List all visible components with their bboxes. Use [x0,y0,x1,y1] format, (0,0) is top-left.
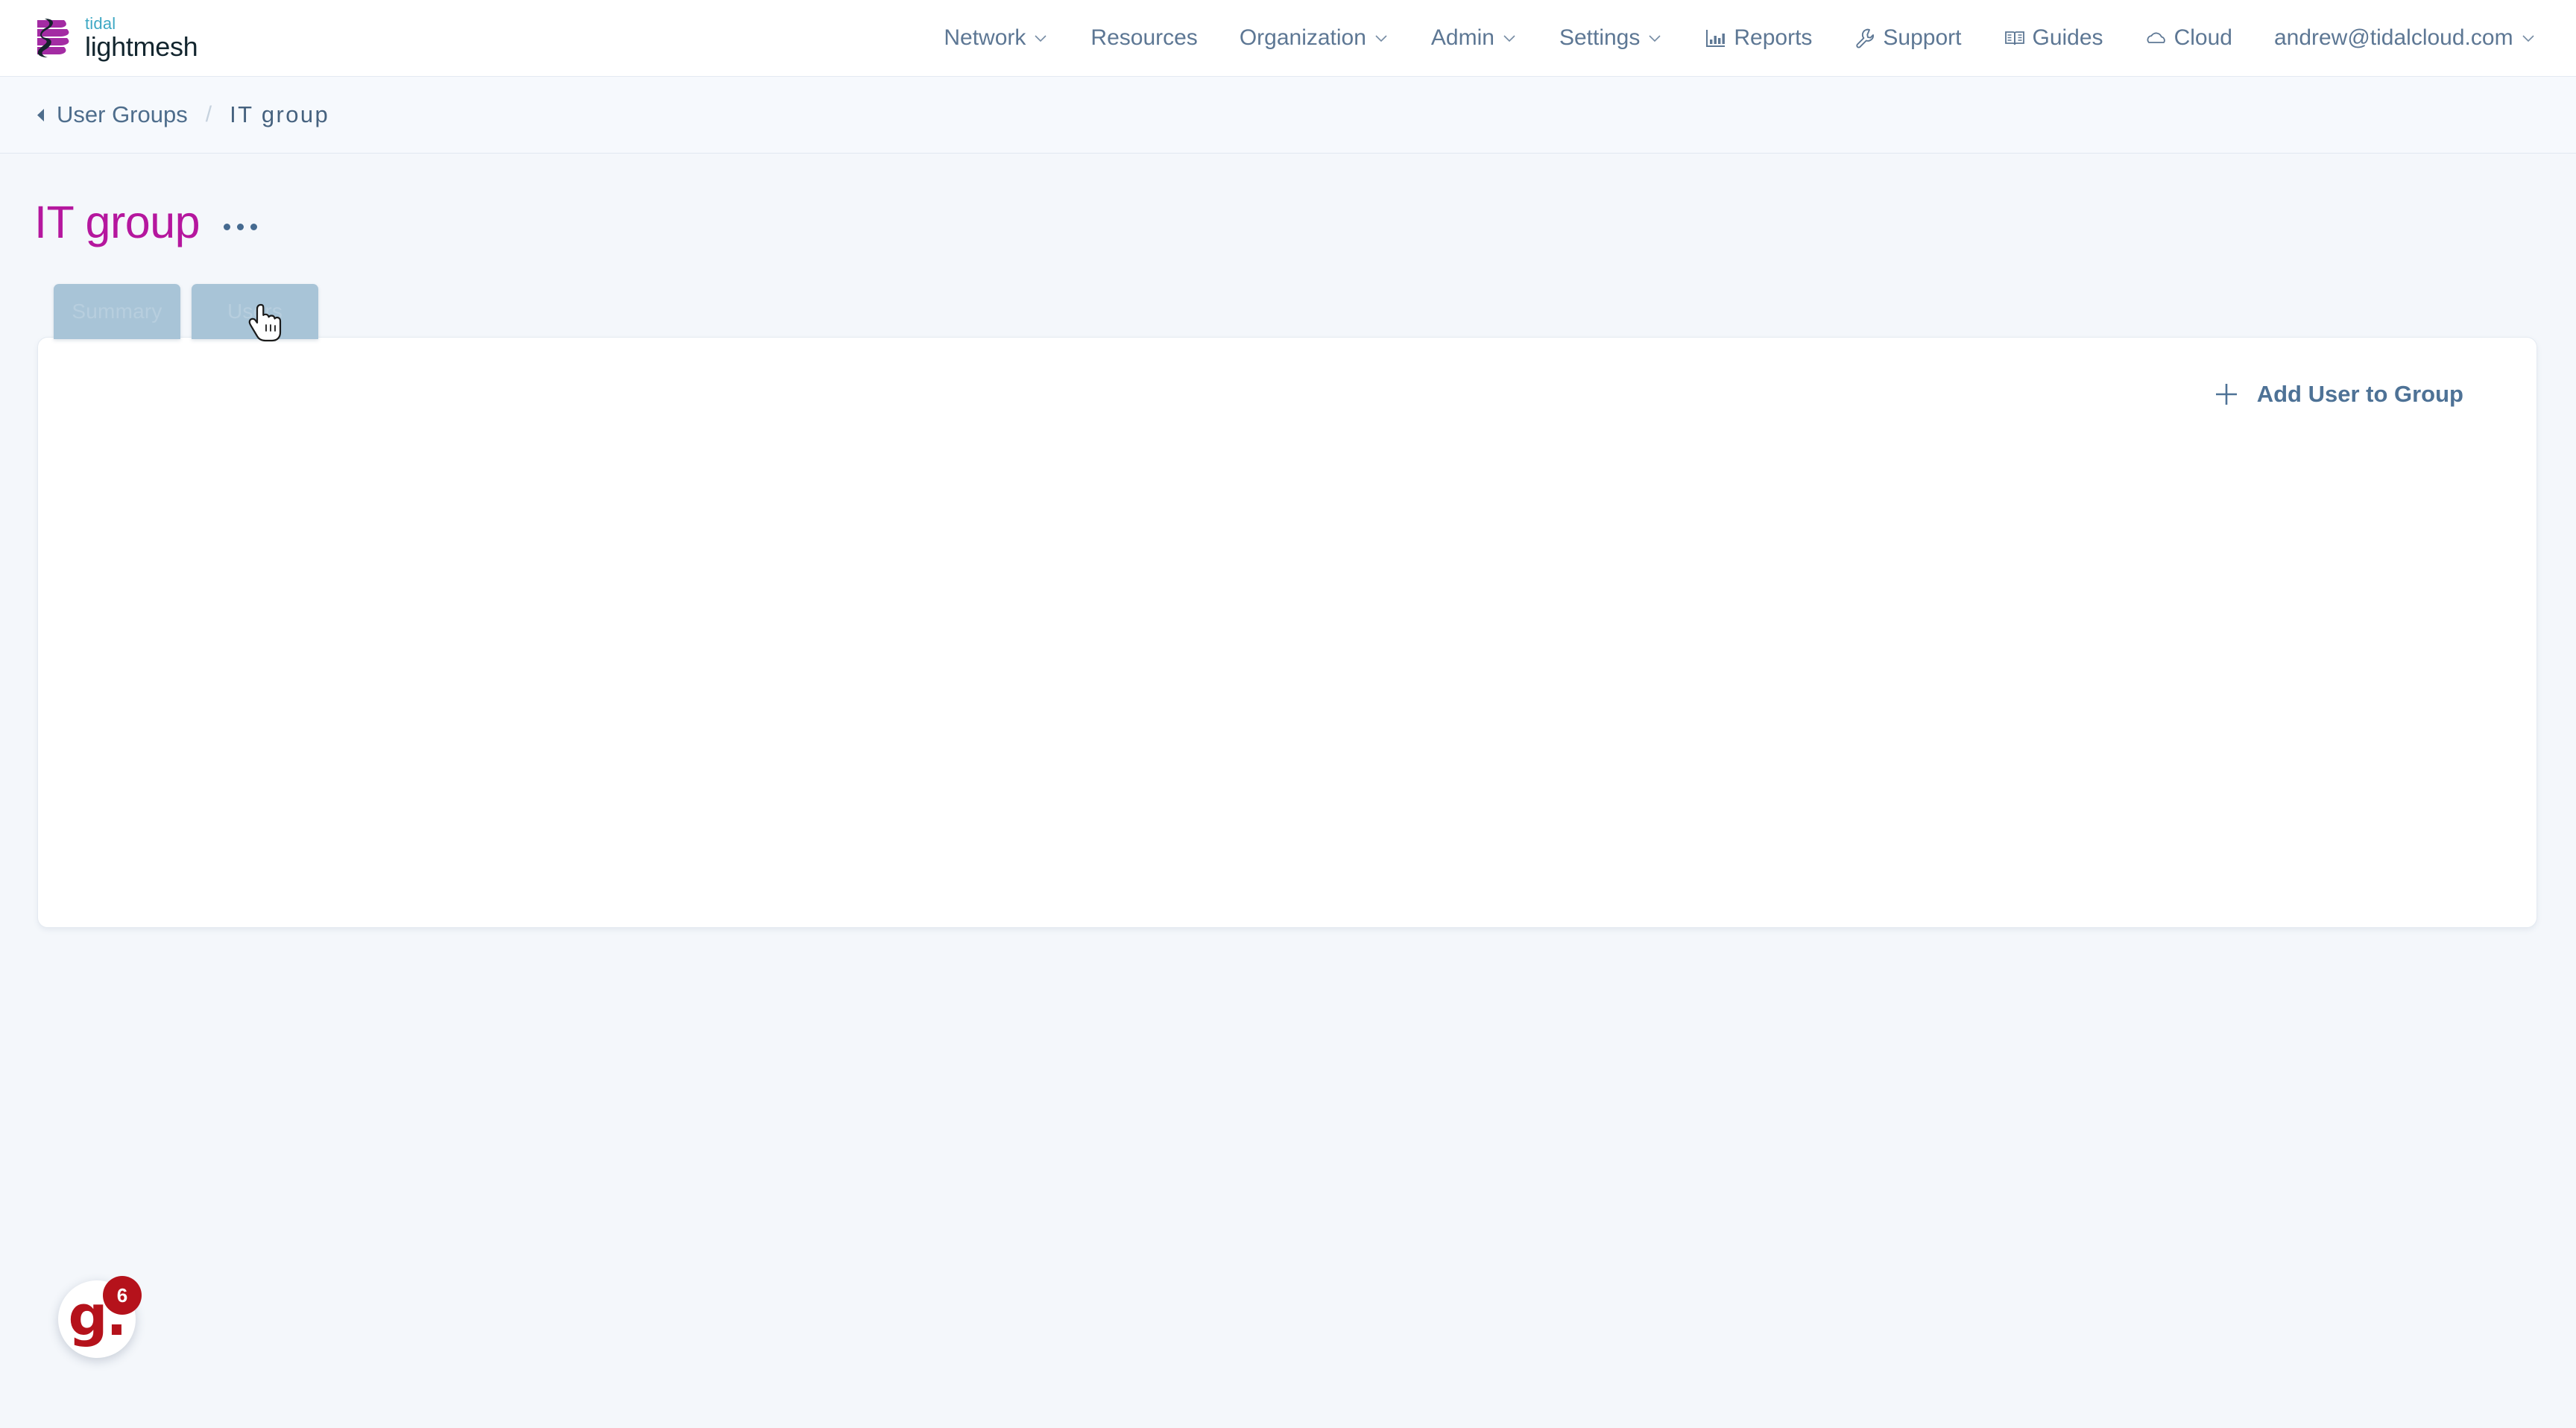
ellipsis-dot [237,224,244,230]
breadcrumb-separator: / [205,102,212,127]
breadcrumb-back-link[interactable]: User Groups [34,101,188,128]
nav-item-label: Guides [2032,25,2103,50]
nav-item-organization[interactable]: Organization [1219,0,1410,77]
account-email-label: andrew@tidalcloud.com [2273,25,2513,50]
breadcrumb: User Groups / IT group [0,77,2576,154]
back-triangle-icon [34,107,47,123]
nav-item-label: Support [1883,25,1962,50]
chevron-down-icon [1647,30,1663,46]
chat-unread-badge: 6 [103,1276,142,1315]
nav-right-group [2557,0,2576,77]
nav-item-admin[interactable]: Admin [1410,0,1538,77]
tab-label: Users [227,300,283,323]
card-action-bar: Add User to Group [2209,373,2468,415]
nav-item-label: Network [944,25,1026,50]
book-icon [2004,27,2026,49]
ellipsis-icon[interactable] [219,215,262,239]
tidal-lightmesh-logo-icon [34,17,75,59]
users-panel-card: Add User to Group [37,337,2537,928]
nav-item-cloud[interactable]: Cloud [2124,0,2253,77]
nav-item-settings[interactable]: Settings [1538,0,1684,77]
tab-summary[interactable]: Summary [54,284,180,339]
account-menu[interactable]: andrew@tidalcloud.com [2253,0,2557,77]
brand-tidal-text: tidal [85,14,116,33]
page-title: IT group [34,197,201,247]
ellipsis-dot [224,224,231,230]
wrench-icon [1854,27,1876,49]
bar-chart-icon [1705,27,1727,49]
add-user-to-group-button[interactable]: Add User to Group [2209,373,2468,415]
plus-icon [2214,382,2239,407]
cloud-icon [2145,27,2168,49]
nav-item-network[interactable]: Network [923,0,1070,77]
nav-item-label: Reports [1734,25,1813,50]
chat-launcher-icon[interactable]: g. 6 [58,1276,142,1358]
tab-users[interactable]: Users [192,284,318,339]
brand-logo[interactable]: tidal lightmesh [34,16,198,60]
nav-item-label: Organization [1239,25,1366,50]
chevron-down-icon [1501,30,1518,46]
nav-item-label: Admin [1430,25,1494,50]
nav-item-resources[interactable]: Resources [1070,0,1218,77]
notifications-button[interactable] [2557,0,2576,77]
chevron-down-icon [1032,30,1049,46]
primary-nav-items: Network Resources Organization Admin Set… [923,0,2557,77]
chevron-down-icon [2520,30,2536,46]
tab-bar: Summary Users [54,284,318,339]
breadcrumb-parent-label: User Groups [57,101,188,127]
breadcrumb-current-label: IT group [230,101,330,127]
page-header: IT group [34,200,262,245]
nav-item-label: Cloud [2174,25,2232,50]
brand-wordmark: tidal lightmesh [85,16,198,60]
chevron-down-icon [1373,30,1389,46]
top-navigation-bar: tidal lightmesh Network Resources Organi… [0,0,2576,77]
nav-item-support[interactable]: Support [1833,0,1982,77]
nav-item-guides[interactable]: Guides [1983,0,2124,77]
brand-lightmesh-text: lightmesh [85,31,198,62]
tab-label: Summary [72,300,162,323]
ellipsis-dot [250,224,258,230]
nav-item-label: Resources [1090,25,1198,50]
nav-item-reports[interactable]: Reports [1684,0,1833,77]
nav-item-label: Settings [1559,25,1641,50]
add-user-to-group-label: Add User to Group [2256,381,2463,407]
